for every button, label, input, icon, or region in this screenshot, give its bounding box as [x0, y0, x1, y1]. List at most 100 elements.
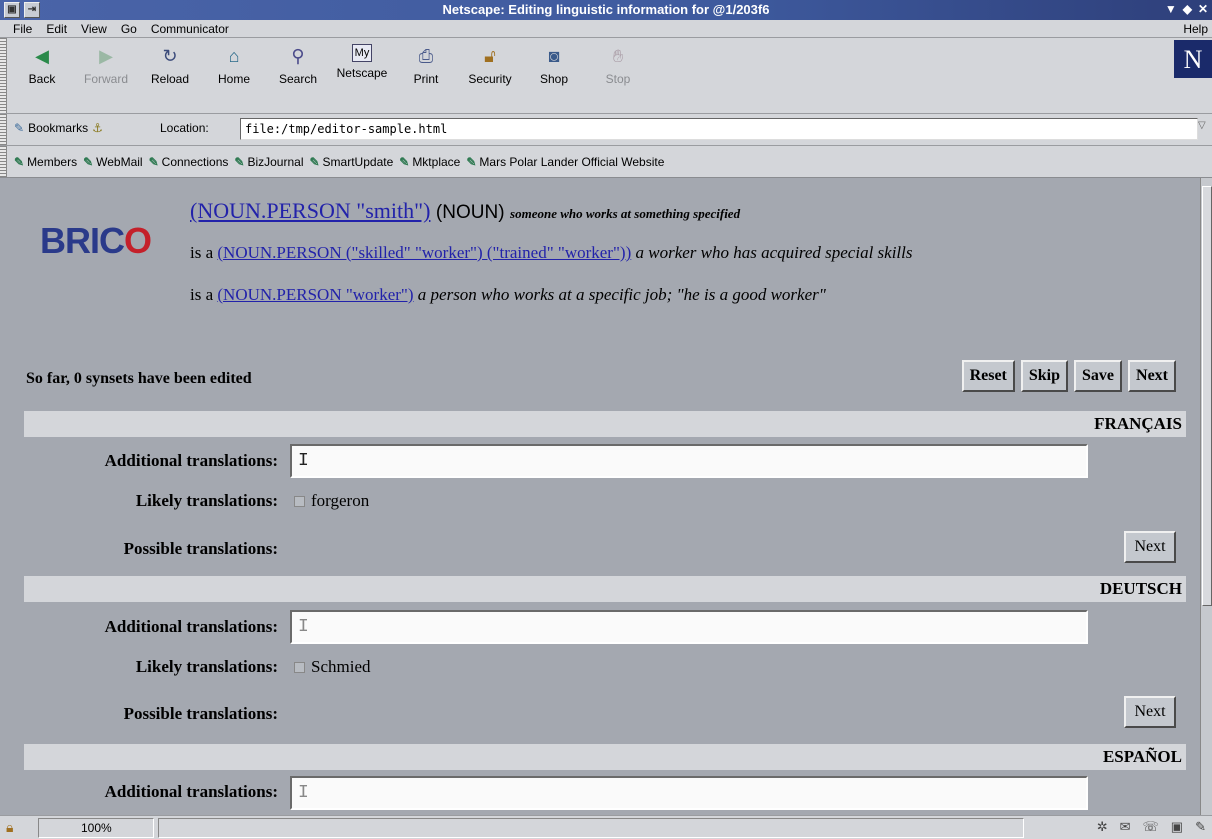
bookmarks-label: Bookmarks [28, 121, 89, 135]
menu-file[interactable]: File [6, 20, 39, 37]
security-button[interactable]: 🔓︎ Security [458, 38, 522, 110]
personal-item-webmail[interactable]: ✎ WebMail [83, 155, 143, 169]
status-message [158, 818, 1024, 838]
location-label: Location: [160, 121, 209, 135]
bookmark-link-icon: ✎ [466, 154, 477, 169]
personal-item-label: Members [27, 154, 78, 169]
language-header-espanol: ESPAÑOL [24, 744, 1186, 770]
personal-item-label: BizJournal [247, 154, 304, 169]
bookmark-link-icon: ✎ [14, 154, 25, 169]
personal-item-smartupdate[interactable]: ✎ SmartUpdate [309, 155, 393, 169]
minimize-icon[interactable]: ▼ [1165, 2, 1177, 16]
menu-help[interactable]: Help [1183, 22, 1208, 36]
toolbar-grip[interactable] [0, 38, 7, 113]
additional-translations-input-deutsch[interactable]: I [290, 610, 1088, 644]
likely-translation-label: Schmied [311, 657, 371, 676]
bookmarks-button[interactable]: ✎ Bookmarks ⚓︎ [14, 121, 103, 135]
hypernym-gloss: a worker who has acquired special skills [635, 243, 913, 262]
checkbox[interactable] [294, 495, 305, 507]
hypernym-row: is a (NOUN.PERSON "worker") a person who… [190, 285, 826, 305]
location-dropdown-icon[interactable]: ▽ [1198, 120, 1210, 138]
navigation-toolbar: ◀ Back ▶ Forward ↻ Reload ⌂ Home ⚲ Searc… [0, 38, 1212, 114]
home-button[interactable]: ⌂ Home [202, 38, 266, 110]
security-lock-icon: 🔓︎ [484, 45, 496, 66]
save-button[interactable]: Save [1074, 360, 1123, 392]
personal-item-members[interactable]: ✎ Members [14, 155, 77, 169]
hypernym-prefix: is a [190, 285, 214, 304]
reload-button[interactable]: ↻ Reload [138, 38, 202, 110]
status-bar: 🔒︎ 100% ✲ ✉ ☏ ▣ ✎ [0, 815, 1212, 839]
reload-icon: ↻ [162, 45, 178, 66]
vertical-scrollbar[interactable] [1200, 178, 1212, 815]
edit-icon[interactable]: ✎ [1195, 819, 1206, 835]
back-label: Back [28, 72, 56, 86]
print-button[interactable]: ⎙ Print [394, 38, 458, 110]
next-language-button[interactable]: Next [1124, 696, 1176, 728]
hypernym-link[interactable]: (NOUN.PERSON "worker") [217, 285, 413, 304]
personal-item-label: Connections [161, 154, 229, 169]
print-icon: ⎙ [418, 45, 434, 66]
search-label: Search [278, 72, 318, 86]
close-icon[interactable]: ✕ [1198, 2, 1208, 16]
location-url-input[interactable]: file:/tmp/editor-sample.html [240, 118, 1198, 140]
back-button[interactable]: ◀ Back [10, 38, 74, 110]
reload-label: Reload [150, 72, 190, 86]
likely-translations-label: Likely translations: [135, 657, 278, 676]
personal-item-mktplace[interactable]: ✎ Mktplace [399, 155, 460, 169]
composer-icon[interactable]: ▣ [1171, 819, 1183, 835]
personal-item-bizjournal[interactable]: ✎ BizJournal [234, 155, 303, 169]
personal-item-label: WebMail [96, 154, 143, 169]
personal-item-mars-polar-lander[interactable]: ✎ Mars Polar Lander Official Website [466, 155, 664, 169]
synset-pos: (NOUN) [435, 202, 505, 223]
discussion-icon[interactable]: ☏ [1143, 819, 1159, 835]
menu-go[interactable]: Go [114, 20, 144, 37]
additional-translations-label: Additional translations: [104, 451, 278, 470]
menu-view[interactable]: View [74, 20, 114, 37]
maximize-icon[interactable]: ◆ [1183, 2, 1192, 16]
stop-icon: ✋︎ [612, 45, 624, 66]
additional-translations-label: Additional translations: [104, 617, 278, 636]
synset-head-link[interactable]: (NOUN.PERSON "smith") [190, 198, 430, 223]
personal-toolbar-grip[interactable] [0, 146, 7, 177]
hypernym-link[interactable]: (NOUN.PERSON ("skilled" "worker") ("trai… [217, 243, 631, 262]
location-grip[interactable] [0, 114, 7, 145]
reset-button[interactable]: Reset [961, 360, 1015, 392]
additional-translations-input-espanol[interactable]: I [290, 776, 1088, 810]
shop-icon: ◙ [548, 45, 560, 66]
forward-button[interactable]: ▶ Forward [74, 38, 138, 110]
personal-item-label: Mktplace [412, 154, 461, 169]
security-label: Security [468, 72, 512, 86]
stop-button[interactable]: ✋︎ Stop [586, 38, 650, 110]
stop-label: Stop [605, 72, 631, 86]
shop-button[interactable]: ◙ Shop [522, 38, 586, 110]
netscape-logo[interactable]: N [1174, 40, 1212, 78]
next-button[interactable]: Next [1128, 360, 1176, 392]
bookmark-link-icon: ✎ [234, 154, 245, 169]
additional-translations-label: Additional translations: [104, 782, 278, 801]
netscape-button[interactable]: My Netscape [330, 38, 394, 110]
language-header-francais: FRANÇAIS [24, 411, 1186, 437]
search-button[interactable]: ⚲ Search [266, 38, 330, 110]
possible-translations-label: Possible translations: [123, 704, 278, 723]
menu-edit[interactable]: Edit [39, 20, 74, 37]
mail-icon[interactable]: ✉ [1120, 819, 1131, 835]
zoom-level: 100% [38, 818, 154, 838]
home-label: Home [217, 72, 250, 86]
synset-header: (NOUN.PERSON "smith") (NOUN) someone who… [190, 198, 740, 224]
brico-logo: BRICO [40, 220, 152, 261]
window-titlebar: ▣ ⇥ Netscape: Editing linguistic informa… [0, 0, 1212, 20]
security-status-icon[interactable]: 🔒︎ [6, 819, 24, 837]
menu-communicator[interactable]: Communicator [144, 20, 236, 37]
next-language-button[interactable]: Next [1124, 531, 1176, 563]
likely-translation-schmied[interactable]: Schmied [294, 657, 371, 677]
scrollbar-thumb[interactable] [1202, 186, 1212, 606]
likely-translation-forgeron[interactable]: forgeron [294, 491, 369, 511]
skip-button[interactable]: Skip [1020, 360, 1069, 392]
additional-translations-input-francais[interactable]: I [290, 444, 1088, 478]
forward-label: Forward [83, 72, 128, 86]
action-buttons: Reset Skip Save Next [961, 360, 1176, 392]
checkbox[interactable] [294, 661, 305, 673]
navigator-icon[interactable]: ✲ [1097, 819, 1108, 835]
personal-item-connections[interactable]: ✎ Connections [149, 155, 229, 169]
page-content: BRICO (NOUN.PERSON "smith") (NOUN) someo… [0, 178, 1200, 815]
